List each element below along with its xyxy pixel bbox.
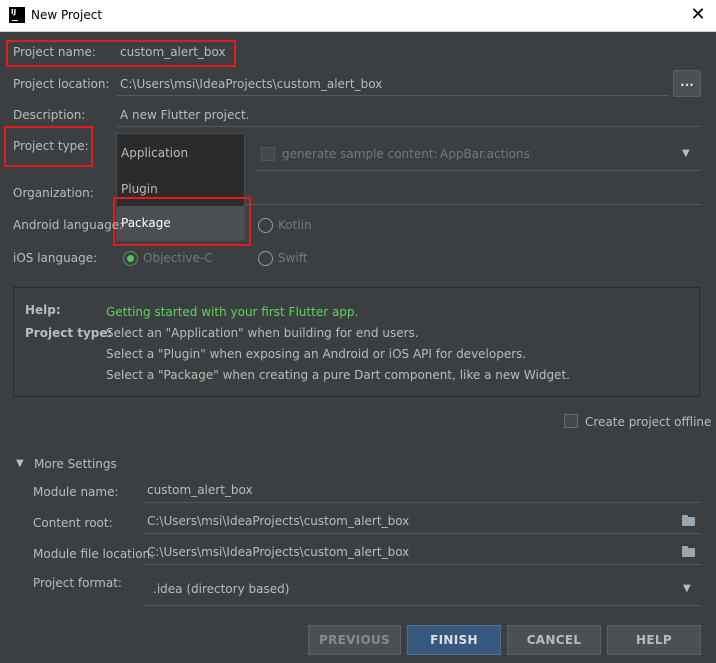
- help-line-application: Select an "Application" when building fo…: [106, 326, 419, 340]
- objective-c-label: Objective-C: [143, 251, 213, 265]
- more-settings-toggle[interactable]: More Settings: [34, 457, 117, 471]
- objective-c-radio[interactable]: [123, 251, 138, 266]
- title-bar: IJ New Project ✕: [0, 0, 716, 32]
- project-location-label: Project location:: [13, 77, 110, 91]
- project-format-select[interactable]: .idea (directory based) ▼: [145, 571, 701, 606]
- project-location-underline: [116, 95, 669, 96]
- window-title: New Project: [31, 8, 103, 22]
- content-root-input[interactable]: C:\Users\msi\IdeaProjects\custom_alert_b…: [147, 514, 409, 528]
- help-project-type-heading: Project type:: [25, 326, 113, 340]
- help-line-package: Select a "Package" when creating a pure …: [106, 368, 570, 382]
- collapse-chevron-icon[interactable]: ▼: [16, 458, 24, 469]
- sample-content-select[interactable]: AppBar.actions: [440, 147, 530, 161]
- sample-content-underline: [255, 170, 701, 171]
- organization-label: Organization:: [13, 186, 94, 200]
- help-button[interactable]: HELP: [607, 625, 701, 655]
- folder-icon[interactable]: [682, 546, 695, 557]
- module-name-input[interactable]: custom_alert_box: [147, 483, 253, 497]
- project-name-highlight: [6, 40, 236, 67]
- project-type-option-application[interactable]: Application: [117, 136, 244, 170]
- content-root-label: Content root:: [33, 516, 113, 530]
- package-option-highlight: [113, 197, 251, 246]
- create-offline-checkbox[interactable]: [564, 414, 578, 428]
- android-language-label: Android language:: [13, 218, 124, 232]
- project-format-value: .idea (directory based): [153, 582, 290, 596]
- module-name-underline: [145, 502, 701, 503]
- description-underline: [116, 126, 701, 127]
- chevron-down-icon: ▼: [683, 583, 691, 594]
- previous-button[interactable]: PREVIOUS: [308, 625, 401, 655]
- module-file-location-underline: [145, 564, 701, 565]
- swift-label: Swift: [278, 251, 308, 265]
- help-line-plugin: Select a "Plugin" when exposing an Andro…: [106, 347, 527, 361]
- intellij-app-icon: IJ: [9, 7, 25, 23]
- module-file-location-input[interactable]: C:\Users\msi\IdeaProjects\custom_alert_b…: [147, 545, 409, 559]
- close-icon[interactable]: ✕: [688, 5, 708, 25]
- module-name-label: Module name:: [33, 485, 119, 499]
- description-input[interactable]: A new Flutter project.: [120, 108, 250, 122]
- chevron-down-icon[interactable]: ▼: [682, 148, 690, 159]
- kotlin-label: Kotlin: [278, 218, 312, 232]
- ios-language-label: iOS language:: [13, 251, 98, 265]
- sample-content-label: generate sample content:: [282, 147, 438, 161]
- cancel-button[interactable]: CANCEL: [507, 625, 601, 655]
- help-heading: Help:: [25, 303, 61, 317]
- folder-icon[interactable]: [682, 515, 695, 526]
- organization-underline: [245, 204, 701, 205]
- sample-content-checkbox[interactable]: [261, 147, 275, 161]
- help-panel: Help: Getting started with your first Fl…: [13, 287, 700, 397]
- finish-button[interactable]: FINISH: [407, 625, 501, 655]
- browse-location-button[interactable]: ...: [673, 70, 701, 97]
- description-label: Description:: [13, 108, 86, 122]
- kotlin-radio[interactable]: [258, 218, 273, 233]
- content-root-underline: [145, 533, 701, 534]
- swift-radio[interactable]: [258, 251, 273, 266]
- create-offline-label: Create project offline: [585, 415, 712, 429]
- project-format-label: Project format:: [33, 576, 122, 590]
- project-location-input[interactable]: C:\Users\msi\IdeaProjects\custom_alert_b…: [120, 77, 382, 91]
- project-type-label-highlight: [4, 126, 93, 167]
- help-text: Getting started with your first Flutter …: [106, 305, 359, 319]
- module-file-location-label: Module file location:: [33, 547, 155, 561]
